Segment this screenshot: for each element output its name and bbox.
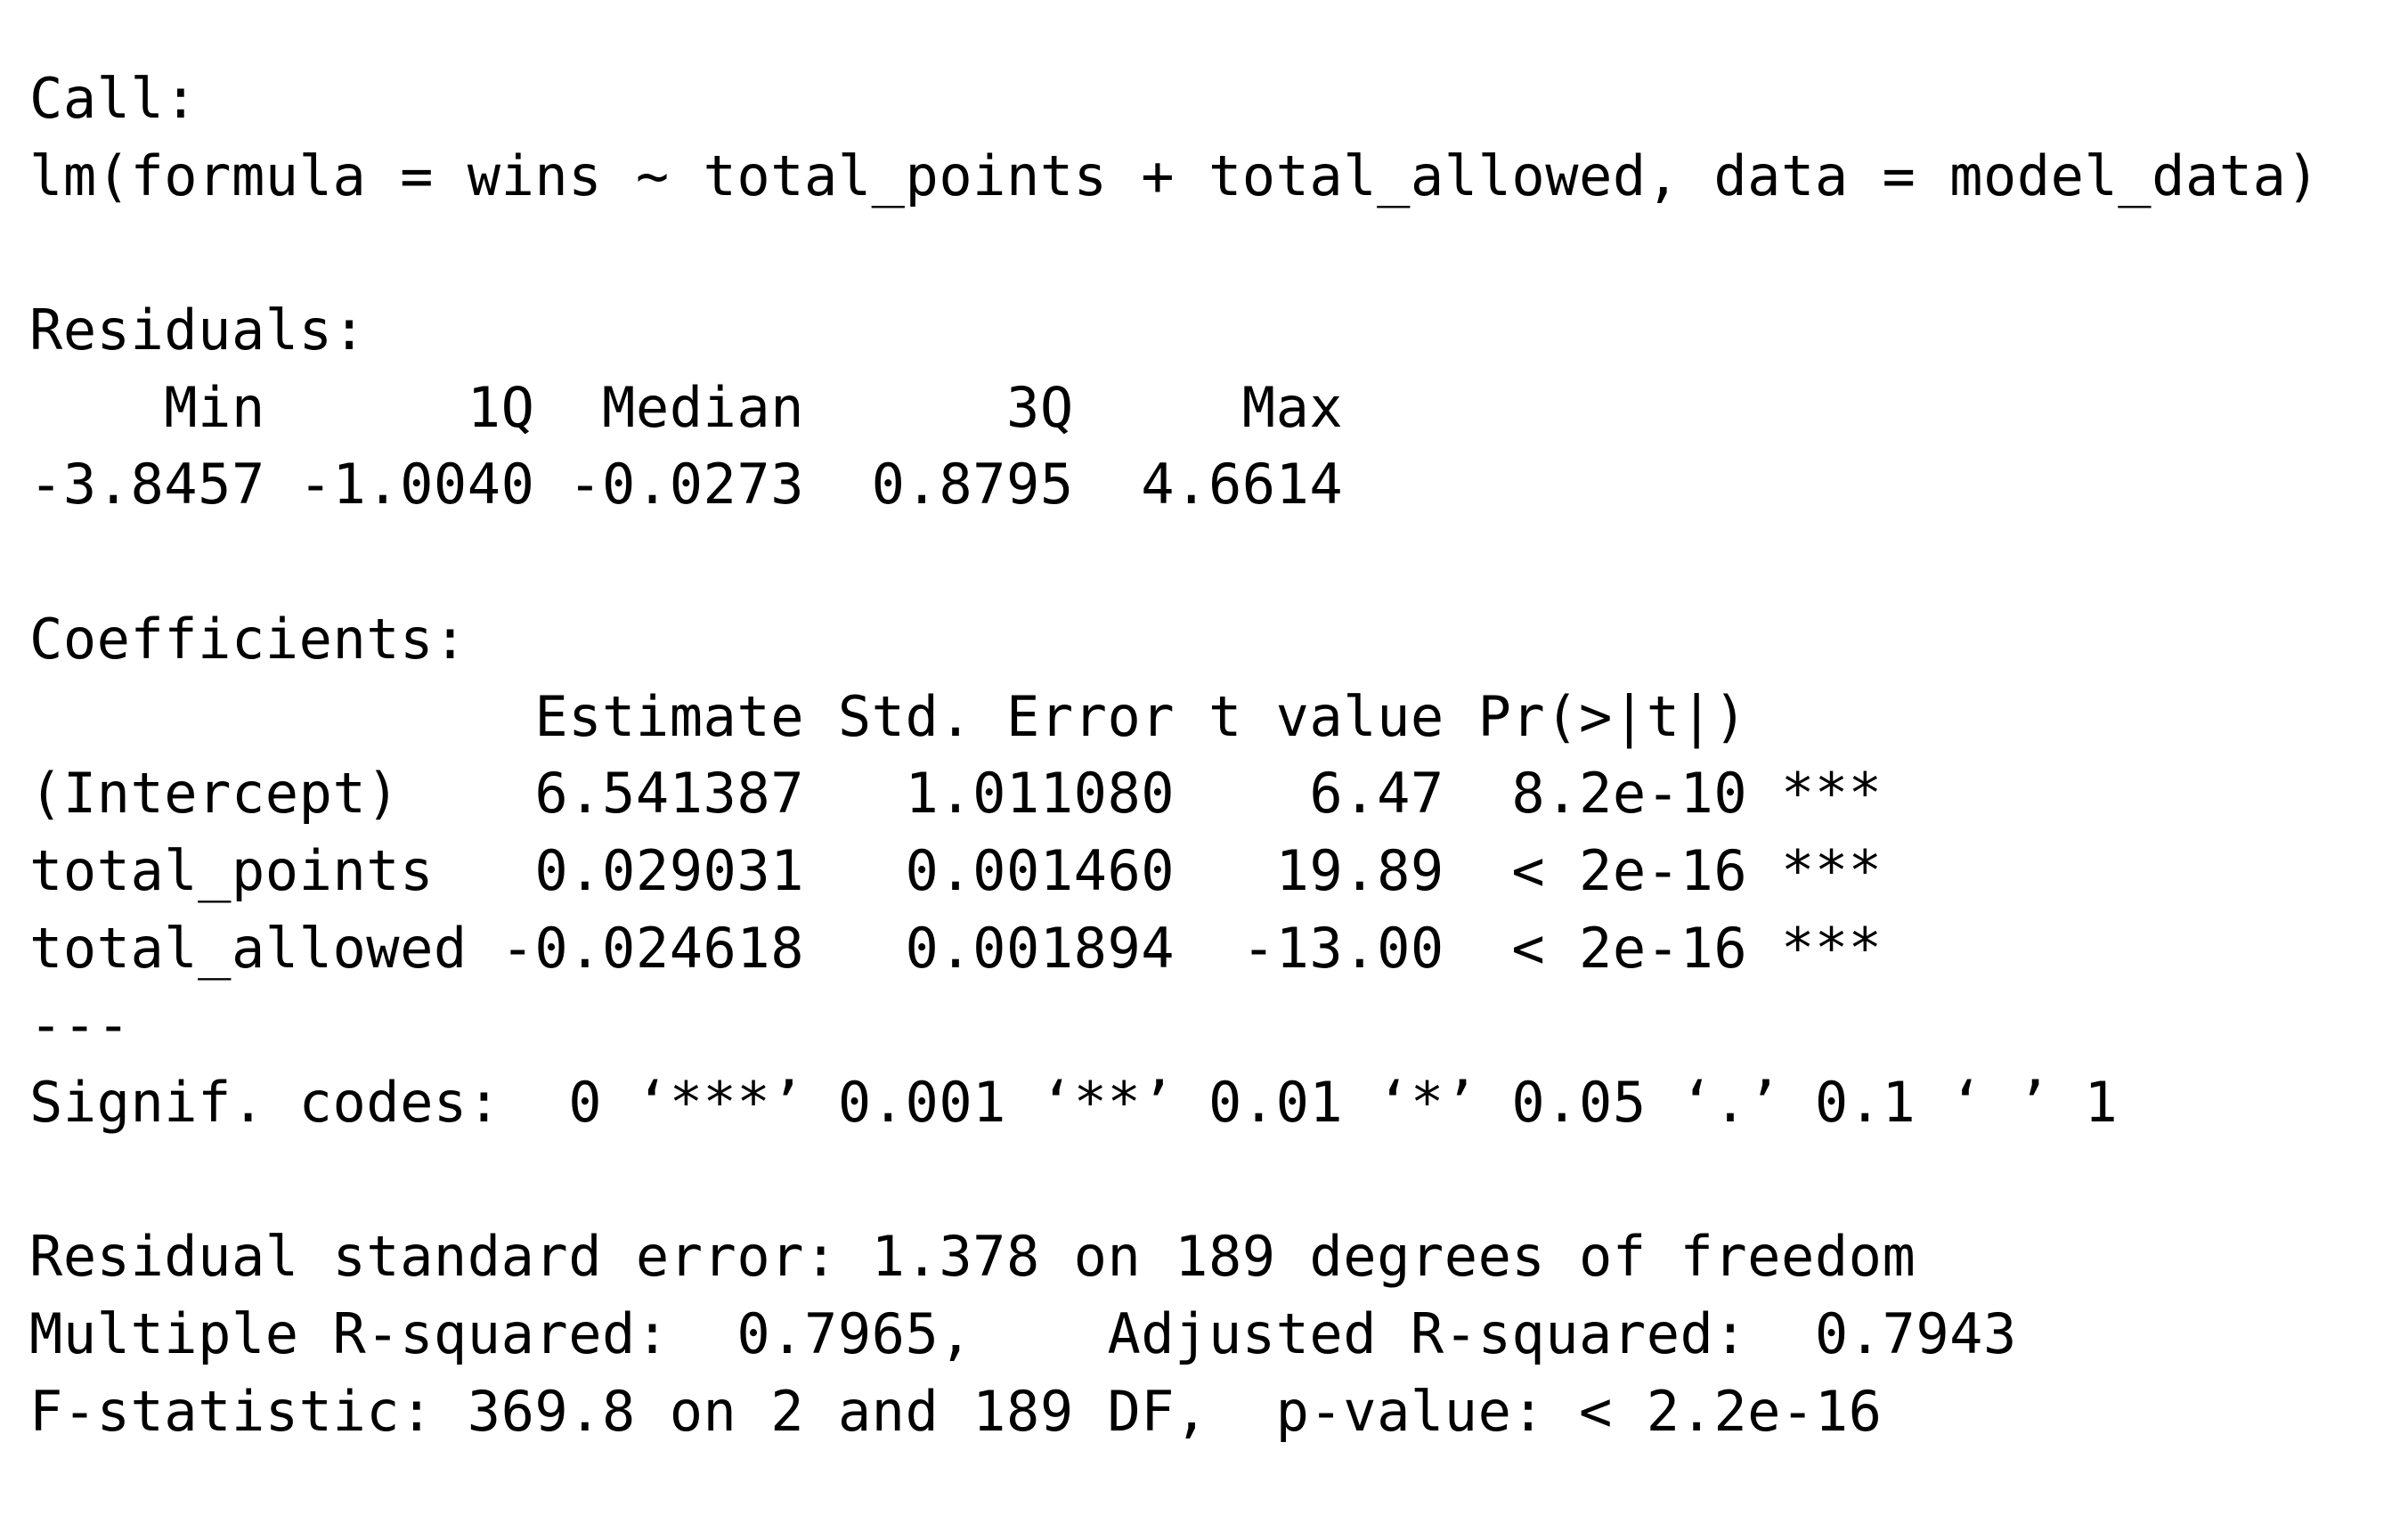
r-squared-line: Multiple R-squared: 0.7965, Adjusted R-s… xyxy=(29,1301,2051,1366)
residual-standard-error: Residual standard error: 1.378 on 189 de… xyxy=(29,1224,1916,1290)
residuals-header: Residuals: xyxy=(29,297,367,363)
residuals-column-labels: Min 1Q Median 3Q Max xyxy=(29,374,1378,440)
signif-codes: Signif. codes: 0 ‘***’ 0.001 ‘**’ 0.01 ‘… xyxy=(29,1069,2119,1135)
coefficient-row-total-points: total_points 0.029031 0.001460 19.89 < 2… xyxy=(29,837,1883,903)
call-header: Call: xyxy=(29,66,199,131)
r-console-output: Call: lm(formula = wins ~ total_points + … xyxy=(29,61,2320,1450)
f-statistic-line: F-statistic: 369.8 on 2 and 189 DF, p-va… xyxy=(29,1378,1883,1444)
coefficients-column-labels: Estimate Std. Error t value Pr(>|t|) xyxy=(29,683,1883,749)
coefficient-row-total-allowed: total_allowed -0.024618 0.001894 -13.00 … xyxy=(29,915,1883,981)
coefficient-row-intercept: (Intercept) 6.541387 1.011080 6.47 8.2e-… xyxy=(29,761,1883,827)
call-formula: lm(formula = wins ~ total_points + total… xyxy=(29,143,2321,208)
residuals-values: -3.8457 -1.0040 -0.0273 0.8795 4.6614 xyxy=(29,452,1378,518)
separator-line: --- xyxy=(29,992,131,1058)
coefficients-header: Coefficients: xyxy=(29,606,468,672)
